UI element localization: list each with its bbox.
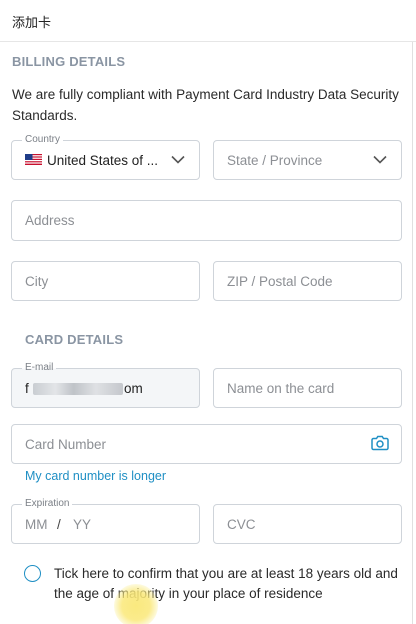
card-number-placeholder: Card Number [25, 437, 107, 452]
cvc-input[interactable]: CVC [213, 504, 402, 544]
card-section-title: CARD DETAILS [25, 332, 124, 347]
email-value-end: om [124, 381, 143, 396]
address-input[interactable]: Address [11, 200, 402, 241]
expiration-label: Expiration [22, 498, 73, 510]
state-select[interactable]: State / Province [213, 140, 402, 180]
city-input[interactable]: City [11, 261, 200, 301]
name-on-card-input[interactable]: Name on the card [213, 368, 402, 408]
us-flag-icon [25, 154, 42, 165]
country-select[interactable]: Country United States of ... [11, 134, 200, 180]
state-placeholder: State / Province [227, 153, 323, 168]
country-label: Country [22, 134, 64, 146]
city-placeholder: City [25, 274, 49, 289]
name-placeholder: Name on the card [227, 381, 335, 396]
age-confirm-text: Tick here to confirm that you are at lea… [54, 566, 398, 601]
chevron-down-icon [171, 155, 185, 164]
camera-icon[interactable] [371, 435, 389, 451]
cvc-placeholder: CVC [227, 517, 256, 532]
window-titlebar: 添加卡 [0, 0, 416, 42]
email-input[interactable]: E-mail f om [11, 362, 200, 408]
expiration-year-placeholder: YY [73, 517, 92, 532]
card-number-longer-link[interactable]: My card number is longer [25, 469, 166, 483]
expiration-input[interactable]: Expiration MM / YY [11, 498, 200, 544]
address-placeholder: Address [25, 213, 75, 228]
billing-description: We are fully compliant with Payment Card… [12, 87, 399, 123]
email-label: E-mail [22, 362, 57, 374]
card-number-input[interactable]: Card Number [11, 424, 402, 464]
expiration-separator: / [57, 517, 61, 532]
cursor-highlight [114, 584, 158, 624]
expiration-month-placeholder: MM [25, 517, 48, 532]
zip-placeholder: ZIP / Postal Code [227, 274, 333, 289]
zip-input[interactable]: ZIP / Postal Code [213, 261, 402, 301]
chevron-down-icon [373, 155, 387, 164]
email-redacted [33, 383, 123, 395]
country-value: United States of ... [47, 153, 159, 168]
age-confirm-checkbox[interactable] [24, 565, 41, 582]
email-value-start: f [25, 381, 29, 396]
scroll-divider [412, 42, 413, 624]
window-title: 添加卡 [12, 15, 52, 30]
billing-section-title: BILLING DETAILS [12, 54, 126, 69]
